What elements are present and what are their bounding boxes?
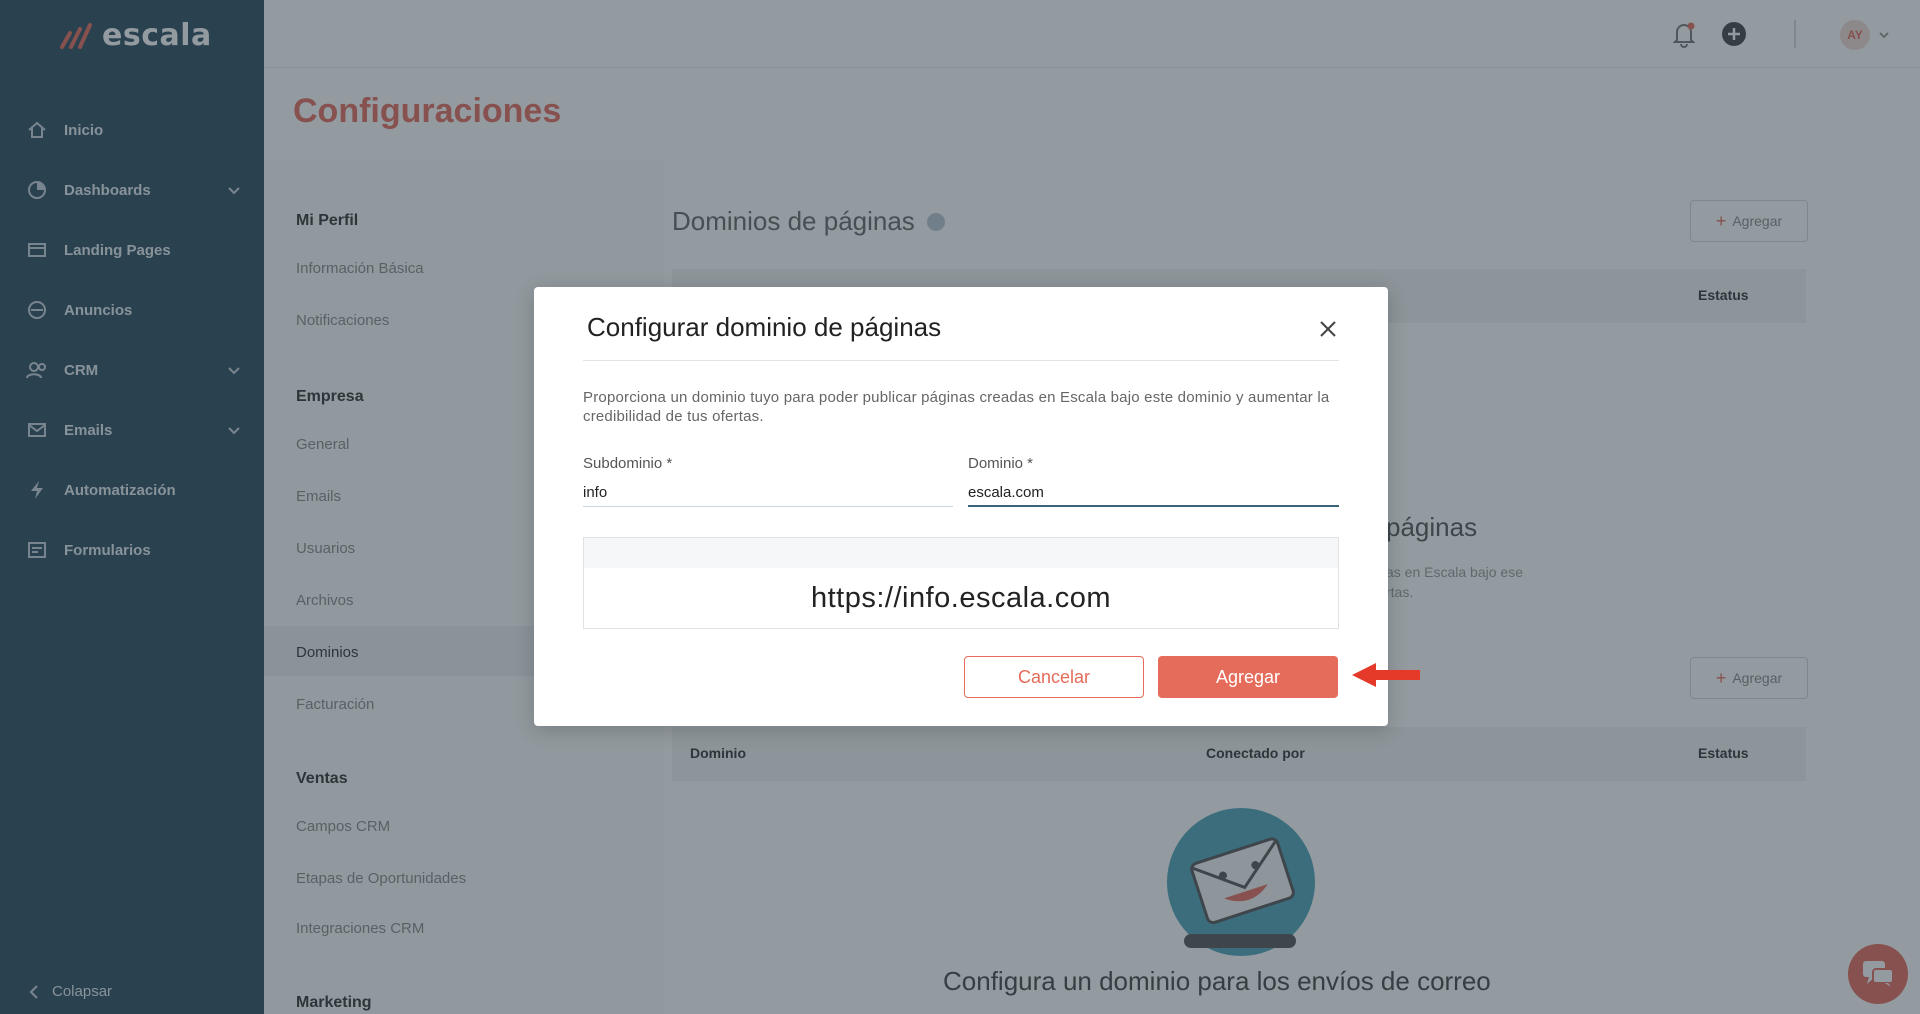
close-icon[interactable] [1316,317,1340,341]
preview-strip [584,538,1338,568]
modal-divider [583,360,1339,361]
subdomain-input[interactable] [583,479,953,507]
subdomain-label: Subdominio * [583,455,673,472]
annotation-arrow-icon [1352,663,1420,687]
configure-domain-modal: Configurar dominio de páginas Proporcion… [534,287,1388,726]
domain-input[interactable] [968,479,1339,507]
url-preview-box: https://info.escala.com [583,537,1339,629]
modal-title: Configurar dominio de páginas [587,312,942,342]
modal-description: Proporciona un dominio tuyo para poder p… [583,389,1330,425]
add-button[interactable]: Agregar [1158,656,1338,698]
domain-label: Dominio * [968,455,1034,472]
cancel-button[interactable]: Cancelar [964,656,1144,698]
preview-url: https://info.escala.com [810,582,1112,614]
